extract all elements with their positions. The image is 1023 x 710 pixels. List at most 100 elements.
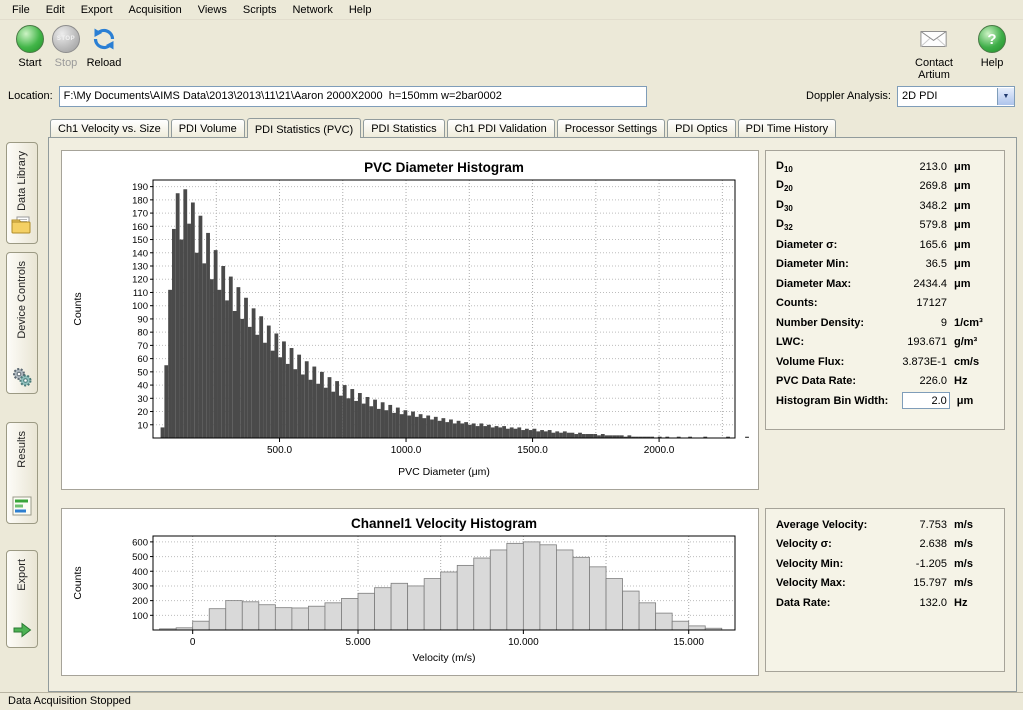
svg-text:20: 20 [137, 407, 148, 418]
svg-text:1500.0: 1500.0 [517, 445, 548, 456]
menu-item-edit[interactable]: Edit [38, 2, 73, 18]
sidebar-item-results[interactable]: Results [6, 422, 38, 524]
menu-item-export[interactable]: Export [73, 2, 121, 18]
stat-label: Data Rate: [776, 597, 881, 609]
stat-value: 579.8 [881, 219, 947, 231]
svg-text:170: 170 [132, 209, 148, 220]
svg-text:190: 190 [132, 182, 148, 193]
svg-text:300: 300 [132, 581, 148, 592]
stat-unit: μm [947, 258, 994, 270]
reload-button-label: Reload [76, 57, 132, 69]
menu-item-views[interactable]: Views [190, 2, 235, 18]
tab-pdi-volume[interactable]: PDI Volume [171, 119, 245, 137]
sidebar-item-data-library[interactable]: Data Library [6, 142, 38, 244]
svg-text:5.000: 5.000 [346, 637, 371, 648]
location-label: Location: [8, 90, 53, 102]
stat-unit: μm [947, 161, 994, 173]
velocity-statistics-panel: Average Velocity:7.753m/sVelocity σ:2.63… [765, 508, 1005, 672]
stat-label: D30 [776, 199, 881, 213]
tab-pdi-optics[interactable]: PDI Optics [667, 119, 736, 137]
menu-bar: FileEditExportAcquisitionViewsScriptsNet… [0, 0, 1023, 20]
stat-row: Diameter σ:165.6μm [766, 235, 1004, 255]
contact-artium-button[interactable]: Contact Artium [898, 24, 970, 81]
help-icon: ? [978, 25, 1006, 53]
contact-artium-label: Contact Artium [898, 57, 970, 81]
stat-value: 348.2 [881, 200, 947, 212]
sidebar-item-label: Export [16, 559, 28, 591]
stat-row: Counts:17127 [766, 294, 1004, 314]
svg-text:2000.0: 2000.0 [644, 445, 675, 456]
help-button[interactable]: ? Help [970, 24, 1014, 69]
status-text: Data Acquisition Stopped [8, 695, 131, 707]
svg-text:PVC Diameter Histogram: PVC Diameter Histogram [364, 160, 524, 175]
stat-value: 132.0 [881, 597, 947, 609]
stat-unit: m/s [947, 558, 994, 570]
stat-row: PVC Data Rate:226.0Hz [766, 372, 1004, 392]
velocity-histogram-panel: 10020030040050060005.00010.00015.000Chan… [61, 508, 759, 676]
sidebar-item-export[interactable]: Export [6, 550, 38, 648]
stat-label: Diameter Min: [776, 258, 881, 270]
svg-text:30: 30 [137, 394, 148, 405]
svg-text:1000.0: 1000.0 [391, 445, 422, 456]
stop-icon-text: STOP [57, 36, 75, 42]
stat-value: 2.638 [881, 538, 947, 550]
svg-text:100: 100 [132, 611, 148, 622]
tab-ch1-pdi-validation[interactable]: Ch1 PDI Validation [447, 119, 555, 137]
sidebar-item-device-controls[interactable]: Device Controls [6, 252, 38, 394]
menu-item-acquisition[interactable]: Acquisition [121, 2, 190, 18]
tab-content: 1020304050607080901001101201301401501601… [48, 137, 1017, 692]
svg-text:200: 200 [132, 596, 148, 607]
stat-unit: Hz [947, 597, 994, 609]
svg-text:40: 40 [137, 381, 148, 392]
svg-text:70: 70 [137, 341, 148, 352]
status-bar: Data Acquisition Stopped [0, 692, 1023, 710]
svg-text:110: 110 [133, 288, 148, 299]
stat-label: D10 [776, 160, 881, 174]
svg-text:160: 160 [132, 222, 148, 233]
stat-unit: μm [947, 200, 994, 212]
histogram-bin-width-input[interactable] [902, 392, 950, 409]
menu-item-file[interactable]: File [4, 2, 38, 18]
stat-value: 193.671 [881, 336, 947, 348]
stat-value: 17127 [881, 297, 947, 309]
doppler-analysis-select[interactable]: 2D PDI ▼ [897, 86, 1015, 107]
svg-text:Counts: Counts [72, 292, 84, 325]
svg-text:600: 600 [132, 537, 148, 548]
sidebar-item-label: Data Library [16, 151, 28, 211]
menu-item-help[interactable]: Help [341, 2, 380, 18]
stat-unit: cm/s [947, 356, 994, 368]
location-input[interactable] [59, 86, 647, 107]
svg-text:10.000: 10.000 [508, 637, 539, 648]
tab-ch1-velocity-vs-size[interactable]: Ch1 Velocity vs. Size [50, 119, 169, 137]
stat-value: -1.205 [881, 558, 947, 570]
stat-unit: 1/cm³ [947, 317, 994, 329]
tab-pdi-time-history[interactable]: PDI Time History [738, 119, 837, 137]
svg-text:0: 0 [190, 637, 196, 648]
tab-pdi-statistics[interactable]: PDI Statistics [363, 119, 444, 137]
reload-icon [90, 25, 118, 53]
velocity-histogram: 10020030040050060005.00010.00015.000Chan… [65, 512, 749, 666]
location-bar: Location: Doppler Analysis: 2D PDI ▼ [0, 84, 1023, 108]
svg-text:130: 130 [132, 262, 148, 273]
stat-value [888, 392, 949, 409]
sidebar-item-label: Device Controls [16, 261, 28, 339]
stat-unit: μm [947, 239, 994, 251]
main-panel: Ch1 Velocity vs. SizePDI VolumePDI Stati… [48, 116, 1017, 692]
svg-text:150: 150 [132, 235, 148, 246]
stat-value: 269.8 [881, 180, 947, 192]
menu-item-network[interactable]: Network [284, 2, 340, 18]
tab-processor-settings[interactable]: Processor Settings [557, 119, 665, 137]
svg-text:80: 80 [137, 328, 148, 339]
svg-text:140: 140 [132, 248, 148, 259]
stat-row: Velocity Min:-1.205m/s [766, 554, 1004, 574]
svg-text:500.0: 500.0 [267, 445, 292, 456]
svg-text:180: 180 [132, 195, 148, 206]
library-icon [11, 216, 33, 238]
stat-unit: m/s [947, 538, 994, 550]
reload-button[interactable]: Reload [76, 24, 132, 69]
stat-label: Average Velocity: [776, 519, 881, 531]
tab-pdi-statistics-pvc[interactable]: PDI Statistics (PVC) [247, 118, 361, 138]
stat-label: D20 [776, 179, 881, 193]
menu-item-scripts[interactable]: Scripts [235, 2, 285, 18]
svg-text:50: 50 [137, 367, 148, 378]
